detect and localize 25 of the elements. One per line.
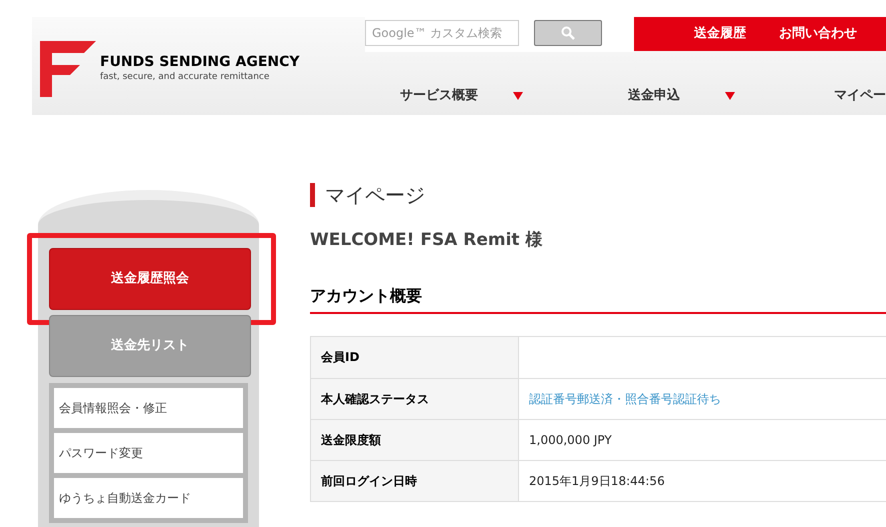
top-link[interactable]: お問い合わせ (779, 24, 857, 44)
welcome-text: WELCOME! FSA Remit 様 (310, 229, 544, 252)
logo-icon (40, 41, 96, 97)
cell-value: 2015年1月9日18:44:56 (529, 472, 665, 490)
table-header-cell: 前回ログイン日時 (311, 460, 519, 500)
nav-link[interactable]: マイペー (834, 86, 886, 106)
nav-link[interactable]: 送金申込 (628, 86, 680, 106)
search-button[interactable] (534, 20, 602, 46)
search-field[interactable]: Google™ カスタム検索 (365, 20, 519, 46)
page-title: マイページ (325, 182, 425, 209)
logo-title: FUNDS SENDING AGENCY (100, 54, 300, 71)
table-header-cell: 送金限度額 (311, 420, 519, 460)
sidebar-link[interactable]: ゆうちょ自動送金カード (54, 478, 243, 518)
search-icon (561, 26, 575, 40)
top-link[interactable]: 送金履歴 (694, 24, 746, 44)
title-accent-bar (310, 183, 315, 207)
table-header-cell: 本人確認ステータス (311, 378, 519, 418)
sidebar-button[interactable]: 送金履歴照会 (49, 248, 251, 310)
sidebar-link[interactable]: 会員情報照会・修正 (54, 388, 243, 428)
section-heading: アカウント概要 (310, 284, 886, 314)
cell-value: 1,000,000 JPY (529, 432, 612, 448)
table-header-cell: 会員ID (311, 336, 519, 378)
sidebar-link[interactable]: パスワード変更 (54, 433, 243, 473)
nav-link[interactable]: サービス概要 (400, 86, 478, 106)
logo-tagline: fast, secure, and accurate remittance (100, 71, 270, 84)
